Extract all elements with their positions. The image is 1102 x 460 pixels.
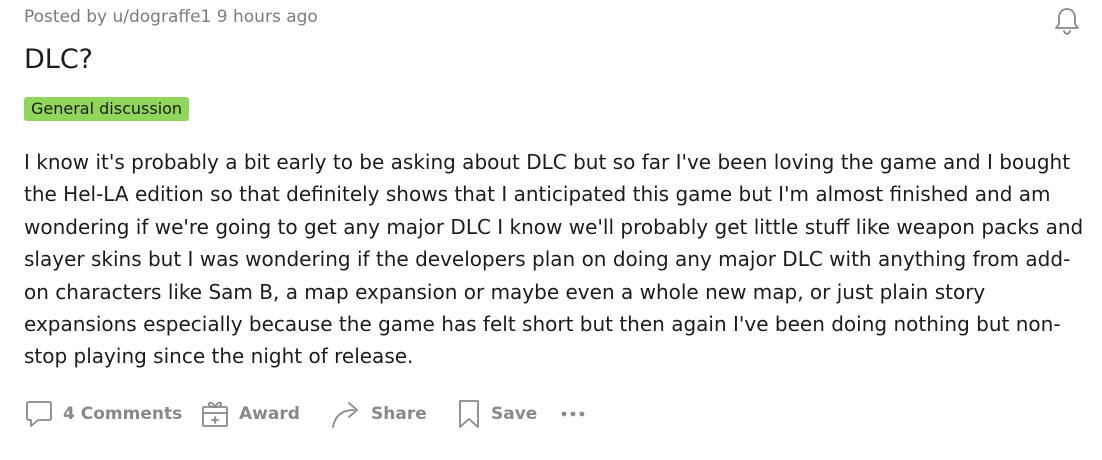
save-button[interactable]: Save [456, 394, 560, 434]
post-title[interactable]: DLC? [24, 44, 93, 75]
more-options-button[interactable] [560, 394, 590, 434]
post-body: I know it's probably a bit early to be a… [24, 150, 1084, 369]
comment-icon [24, 398, 54, 430]
post-meta: Posted by u/dograffe1 9 hours ago [24, 7, 318, 27]
post-card: Posted by u/dograffe1 9 hours ago DLC? G… [24, 0, 1084, 460]
post-time[interactable]: 9 hours ago [217, 7, 318, 27]
share-label: Share [371, 404, 427, 424]
notification-bell-button[interactable] [1050, 4, 1084, 38]
comments-button[interactable]: 4 Comments [24, 394, 200, 434]
post-flair[interactable]: General discussion [24, 97, 190, 121]
post-author[interactable]: u/dograffe1 [112, 7, 211, 27]
share-arrow-icon [330, 398, 362, 430]
posted-by-prefix: Posted by [24, 7, 108, 27]
award-button[interactable]: Award [200, 394, 330, 434]
comments-label: 4 Comments [63, 404, 183, 424]
gift-icon [200, 398, 230, 430]
bookmark-icon [456, 398, 482, 430]
more-dots-icon [561, 411, 585, 417]
post-actions: 4 Comments Award Share Save [24, 394, 590, 434]
bell-icon [1055, 8, 1079, 35]
save-label: Save [491, 404, 538, 424]
share-button[interactable]: Share [330, 394, 456, 434]
award-label: Award [239, 404, 300, 424]
